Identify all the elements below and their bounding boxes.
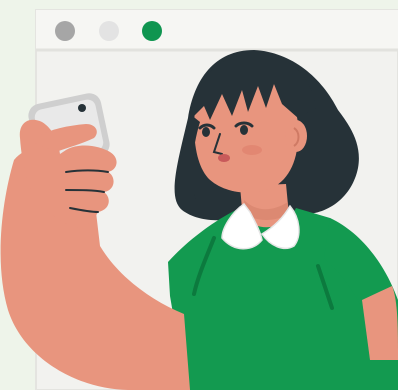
mouth — [218, 154, 230, 162]
window-dot-green-icon — [142, 21, 162, 41]
eye-right-pupil — [240, 125, 248, 135]
ear — [285, 120, 307, 152]
window-titlebar — [36, 10, 398, 50]
cheek — [242, 145, 262, 155]
selfie-illustration — [0, 9, 398, 390]
window-dot-gray-icon — [55, 21, 75, 41]
window-dot-light-icon — [99, 21, 119, 41]
illustration-canvas — [0, 0, 398, 390]
eye-left-pupil — [202, 127, 210, 137]
